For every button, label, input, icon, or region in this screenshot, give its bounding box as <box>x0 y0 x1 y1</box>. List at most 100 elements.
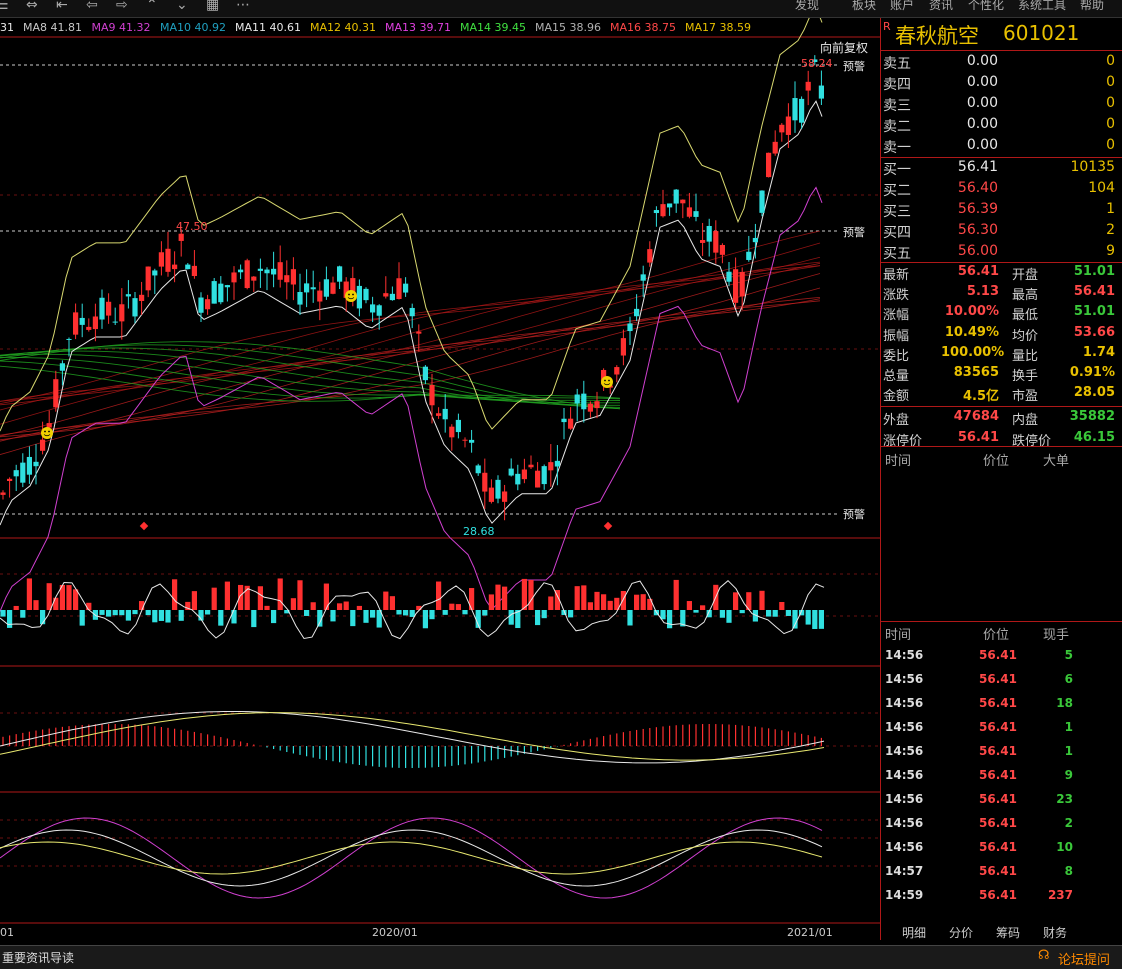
alert-label-0: 预警 <box>843 59 865 73</box>
tab-3[interactable]: 财务 <box>1043 924 1067 941</box>
smiley-icon[interactable] <box>601 376 613 388</box>
tick-price: 56.41 <box>979 768 1017 782</box>
menu-item-4[interactable]: 个性化 <box>968 0 1004 13</box>
candle <box>535 462 541 488</box>
candle <box>370 296 376 323</box>
candle <box>53 370 59 412</box>
top-toolbar: ☰ ⇔ ⇤ ⇦ ⇨ ⌃ ⌄ ▦ ⋯ 发现 板块 账户 资讯 个性化 系统工具 帮助 <box>0 0 1122 18</box>
stat-label: 总量 <box>883 369 910 384</box>
tab-1[interactable]: 分价 <box>949 924 973 941</box>
stat-label: 最新 <box>883 268 910 283</box>
tick-time: 14:56 <box>885 768 924 782</box>
tick-price: 56.41 <box>979 864 1017 878</box>
big-order-header: 价位 <box>983 454 1010 469</box>
fullscreen-icon[interactable]: ⇔ <box>26 0 38 13</box>
stat-value: 56.41 <box>957 429 999 445</box>
buy-volume: 1 <box>1106 201 1115 217</box>
tick-time: 14:56 <box>885 720 924 734</box>
restore-right-label[interactable]: 向前复权 <box>820 39 868 56</box>
tick-row[interactable]: 14:56 56.41 5 <box>881 644 1122 668</box>
stock-code: 601021 <box>1003 21 1080 45</box>
tick-row[interactable]: 14:56 56.41 9 <box>881 764 1122 788</box>
candle <box>290 257 296 301</box>
candle <box>244 258 250 290</box>
tick-row[interactable]: 14:56 56.41 18 <box>881 692 1122 716</box>
kline-chart-area[interactable]: 31 MA8 41.81 MA9 41.32 MA10 40.92 MA11 40.61… <box>0 18 880 940</box>
buy-row[interactable]: 买三 56.39 1 <box>881 200 1122 221</box>
kline-chart-svg[interactable]: 31 MA8 41.81 MA9 41.32 MA10 40.92 MA11 40.61… <box>0 18 880 940</box>
tick-row[interactable]: 14:56 56.41 1 <box>881 740 1122 764</box>
tick-row[interactable]: 14:56 56.41 2 <box>881 812 1122 836</box>
candle <box>508 458 514 477</box>
sell-row[interactable]: 卖二 0.00 0 <box>881 115 1122 136</box>
candle <box>218 276 224 305</box>
candle <box>429 373 435 424</box>
candle <box>231 266 237 300</box>
first-icon[interactable]: ⇤ <box>56 0 68 13</box>
more-icon[interactable]: ⋯ <box>236 0 250 13</box>
ma-legend-item: MA13 39.71 <box>385 21 451 34</box>
candle <box>323 266 329 300</box>
candle <box>251 276 257 292</box>
tick-time: 14:56 <box>885 672 924 686</box>
sell-row[interactable]: 卖三 0.00 0 <box>881 94 1122 115</box>
news-ticker[interactable]: 重要资讯导读 <box>2 949 74 966</box>
stat-value: 53.66 <box>1073 324 1115 340</box>
buy-volume: 104 <box>1088 180 1115 196</box>
buy-row[interactable]: 买一 56.41 10135 <box>881 158 1122 179</box>
tick-time: 14:59 <box>885 888 924 902</box>
divider <box>881 262 1122 263</box>
candle <box>713 220 719 264</box>
ma-legend-item: 31 <box>0 21 14 34</box>
buy-row[interactable]: 买五 56.00 9 <box>881 242 1122 263</box>
tab-0[interactable]: 明细 <box>902 924 926 941</box>
candle <box>495 475 501 504</box>
candle <box>317 281 323 321</box>
sell-row[interactable]: 卖四 0.00 0 <box>881 73 1122 94</box>
sell-row[interactable]: 卖五 0.00 0 <box>881 52 1122 73</box>
tick-row[interactable]: 14:56 56.41 23 <box>881 788 1122 812</box>
stock-name: 春秋航空 <box>895 24 979 48</box>
diamond-marker-icon <box>139 521 149 531</box>
menu-item-5[interactable]: 系统工具 <box>1018 0 1066 13</box>
tick-volume: 9 <box>1064 768 1073 782</box>
stat-label: 开盘 <box>1012 268 1039 283</box>
ma-legend: 31 MA8 41.81 MA9 41.32 MA10 40.92 MA11 40.61… <box>0 21 751 34</box>
candle <box>310 270 316 303</box>
tick-row[interactable]: 14:56 56.41 10 <box>881 836 1122 860</box>
expand-icon[interactable]: ⌄ <box>176 0 188 13</box>
tick-row[interactable]: 14:56 56.41 1 <box>881 716 1122 740</box>
menu-item-0[interactable]: 发现 <box>795 0 819 13</box>
stat-label: 市盈 <box>1012 389 1039 405</box>
buy-row[interactable]: 买四 56.30 2 <box>881 221 1122 242</box>
tick-row[interactable]: 14:56 56.41 6 <box>881 668 1122 692</box>
back-icon[interactable]: ⇦ <box>86 0 98 13</box>
sell-row[interactable]: 卖一 0.00 0 <box>881 136 1122 157</box>
menu-item-6[interactable]: 帮助 <box>1080 0 1104 13</box>
smiley-icon[interactable] <box>345 290 357 302</box>
menu-item-3[interactable]: 资讯 <box>929 0 953 13</box>
candle <box>125 280 131 309</box>
sell-price: 0.00 <box>966 137 998 153</box>
tab-2[interactable]: 筹码 <box>996 924 1020 941</box>
buy-label: 买一 <box>883 162 911 178</box>
buy-row[interactable]: 买二 56.40 104 <box>881 179 1122 200</box>
collapse-icon[interactable]: ⌃ <box>146 0 158 13</box>
candle <box>482 458 488 509</box>
forward-icon[interactable]: ⇨ <box>116 0 128 13</box>
menu-item-1[interactable]: 板块 <box>852 0 876 13</box>
forum-link[interactable]: 论坛提问 <box>1058 949 1110 968</box>
stock-badge: R <box>883 20 891 33</box>
candle <box>139 281 145 315</box>
menu-icon[interactable]: ☰ <box>0 0 9 13</box>
candle <box>152 268 158 295</box>
candle <box>620 329 626 366</box>
tick-row[interactable]: 14:57 56.41 8 <box>881 860 1122 884</box>
menu-item-2[interactable]: 账户 <box>890 0 914 13</box>
grid-icon[interactable]: ▦ <box>206 0 219 13</box>
tick-price: 56.41 <box>979 672 1017 686</box>
candlesticks[interactable] <box>0 55 824 521</box>
panel-tabs[interactable]: 明细 分价 筹码 财务 <box>880 922 1122 940</box>
tick-row[interactable]: 14:59 56.41 237 <box>881 884 1122 908</box>
smiley-icon[interactable] <box>41 427 53 439</box>
